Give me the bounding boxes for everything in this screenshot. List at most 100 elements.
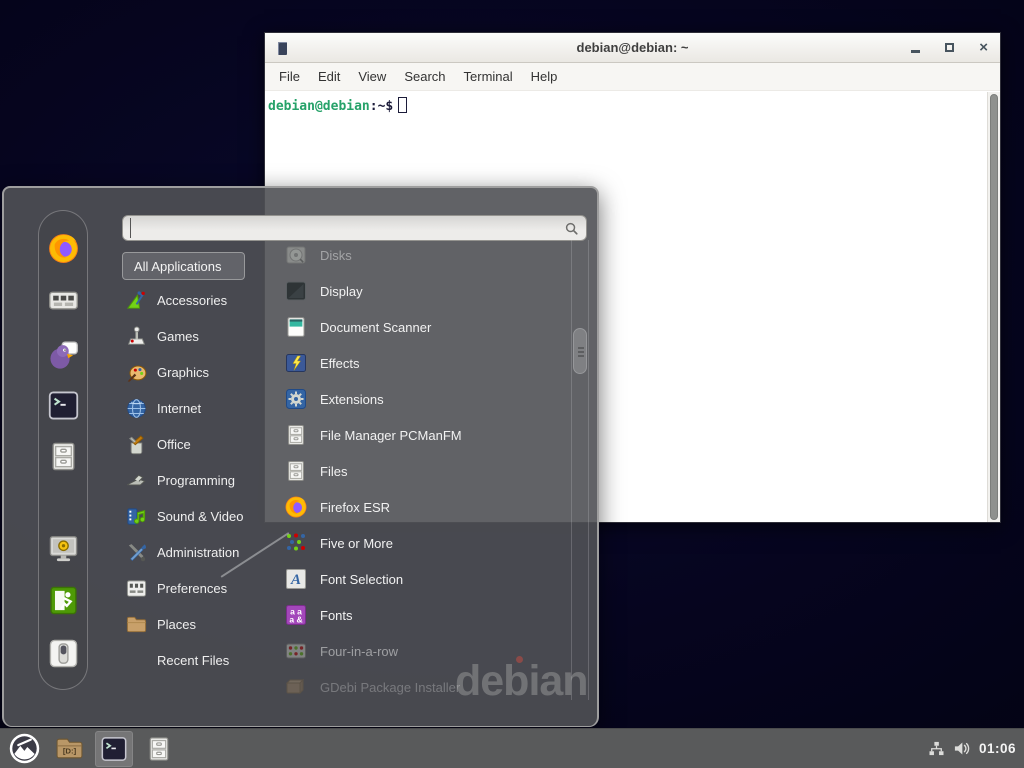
app-item-files[interactable]: Files bbox=[270, 453, 570, 489]
terminal-app-icon bbox=[278, 42, 287, 55]
favorite-firefox[interactable] bbox=[47, 232, 80, 265]
category-programming[interactable]: Programming bbox=[122, 462, 272, 498]
terminal-menu-help[interactable]: Help bbox=[522, 65, 567, 88]
category-list: Accessories Games Graphics Internet Office Pr… bbox=[122, 282, 272, 678]
minimize-icon[interactable] bbox=[911, 50, 920, 53]
app-item-five-or-more[interactable]: Five or More bbox=[270, 525, 570, 561]
terminal-menu-terminal[interactable]: Terminal bbox=[455, 65, 522, 88]
category-office[interactable]: Office bbox=[122, 426, 272, 462]
category-label: Administration bbox=[157, 545, 239, 560]
firefox-icon bbox=[284, 495, 308, 519]
terminal-cursor bbox=[398, 97, 407, 113]
terminal-menu-view[interactable]: View bbox=[349, 65, 395, 88]
gdebi-icon bbox=[284, 675, 308, 699]
menu-scrollbar-thumb[interactable] bbox=[573, 328, 587, 374]
terminal-titlebar[interactable]: debian@debian: ~ × bbox=[265, 33, 1000, 63]
category-label: Sound & Video bbox=[157, 509, 244, 524]
volume-icon[interactable] bbox=[953, 740, 970, 757]
category-places[interactable]: Places bbox=[122, 606, 272, 642]
menu-scrollbar[interactable] bbox=[571, 240, 589, 700]
terminal-menu-search[interactable]: Search bbox=[395, 65, 454, 88]
app-item-label: Document Scanner bbox=[320, 320, 431, 335]
file-cabinet-icon bbox=[145, 735, 173, 763]
app-item-display[interactable]: Display bbox=[270, 273, 570, 309]
shutdown-button[interactable] bbox=[47, 637, 80, 670]
taskbar-panel: [D:] 01:06 bbox=[0, 728, 1024, 768]
category-label: Recent Files bbox=[157, 653, 229, 668]
app-item-label: Disks bbox=[320, 248, 352, 263]
app-item-label: GDebi Package Installer bbox=[320, 680, 460, 695]
app-item-effects[interactable]: Effects bbox=[270, 345, 570, 381]
terminal-menu-file[interactable]: File bbox=[270, 65, 309, 88]
category-all-applications[interactable]: All Applications bbox=[122, 252, 245, 280]
places-icon bbox=[125, 613, 148, 636]
category-label: Graphics bbox=[157, 365, 209, 380]
taskbar-menu-button[interactable] bbox=[5, 731, 43, 767]
terminal-menu-edit[interactable]: Edit bbox=[309, 65, 349, 88]
favorite-file-manager[interactable] bbox=[47, 440, 80, 473]
app-item-extensions[interactable]: Extensions bbox=[270, 381, 570, 417]
category-graphics[interactable]: Graphics bbox=[122, 354, 272, 390]
app-item-label: Files bbox=[320, 464, 347, 479]
sound-video-icon bbox=[125, 505, 148, 528]
app-item-document-scanner[interactable]: Document Scanner bbox=[270, 309, 570, 345]
category-preferences[interactable]: Preferences bbox=[122, 570, 272, 606]
search-icon bbox=[564, 221, 579, 236]
category-label: Games bbox=[157, 329, 199, 344]
category-label: Office bbox=[157, 437, 191, 452]
app-item-label: Effects bbox=[320, 356, 360, 371]
blank-icon bbox=[125, 649, 148, 672]
taskbar-folder-launcher[interactable]: [D:] bbox=[50, 731, 88, 767]
app-item-label: Display bbox=[320, 284, 363, 299]
app-item-label: Four-in-a-row bbox=[320, 644, 398, 659]
category-label: Accessories bbox=[157, 293, 227, 308]
svg-text:A: A bbox=[290, 572, 301, 588]
prompt-user-host: debian@debian bbox=[268, 99, 370, 114]
favorite-terminal[interactable] bbox=[47, 389, 80, 422]
maximize-icon[interactable] bbox=[945, 43, 954, 52]
four-in-a-row-icon bbox=[284, 639, 308, 663]
category-accessories[interactable]: Accessories bbox=[122, 282, 272, 318]
logout-button[interactable] bbox=[47, 584, 80, 617]
menu-logo-icon bbox=[9, 733, 40, 764]
terminal-prompt: debian@debian:~$ bbox=[265, 92, 1000, 114]
programming-icon bbox=[125, 469, 148, 492]
category-recent-files[interactable]: Recent Files bbox=[122, 642, 272, 678]
close-icon[interactable]: × bbox=[979, 40, 988, 55]
preferences-icon bbox=[125, 577, 148, 600]
app-item-font-selection[interactable]: AFont Selection bbox=[270, 561, 570, 597]
terminal-scrollbar-thumb[interactable] bbox=[990, 94, 998, 520]
category-internet[interactable]: Internet bbox=[122, 390, 272, 426]
app-item-label: File Manager PCManFM bbox=[320, 428, 462, 443]
app-item-label: Fonts bbox=[320, 608, 353, 623]
display-icon bbox=[284, 279, 308, 303]
clock[interactable]: 01:06 bbox=[979, 741, 1016, 756]
app-item-fonts[interactable]: a aa & Fonts bbox=[270, 597, 570, 633]
favorite-pidgin[interactable] bbox=[47, 338, 80, 371]
app-item-file-manager-pcmanfm[interactable]: File Manager PCManFM bbox=[270, 417, 570, 453]
application-menu-popup: debian All Applications AccessoriesGames… bbox=[2, 186, 599, 727]
app-item-four-in-a-row[interactable]: Four-in-a-row bbox=[270, 633, 570, 669]
lock-screen-button[interactable] bbox=[47, 532, 80, 565]
taskbar-terminal-launcher[interactable] bbox=[95, 731, 133, 767]
favorite-software[interactable] bbox=[47, 284, 80, 317]
graphics-icon bbox=[125, 361, 148, 384]
app-item-label: Firefox ESR bbox=[320, 500, 390, 515]
app-item-disks[interactable]: Disks bbox=[270, 237, 570, 273]
network-icon[interactable] bbox=[928, 740, 945, 757]
search-input[interactable] bbox=[130, 218, 564, 238]
taskbar-file-manager-launcher[interactable] bbox=[140, 731, 178, 767]
terminal-scrollbar[interactable] bbox=[987, 92, 1000, 522]
app-item-firefox-esr[interactable]: Firefox ESR bbox=[270, 489, 570, 525]
category-administration[interactable]: Administration bbox=[122, 534, 272, 570]
prompt-path: :~$ bbox=[370, 99, 393, 114]
app-item-label: Extensions bbox=[320, 392, 384, 407]
fonts-icon: a aa & bbox=[284, 603, 308, 627]
category-label: Places bbox=[157, 617, 196, 632]
category-games[interactable]: Games bbox=[122, 318, 272, 354]
accessories-icon bbox=[125, 289, 148, 312]
category-sound-video[interactable]: Sound & Video bbox=[122, 498, 272, 534]
category-label: Internet bbox=[157, 401, 201, 416]
terminal-menubar: FileEditViewSearchTerminalHelp bbox=[265, 63, 1000, 91]
app-item-gdebi-package-installer[interactable]: GDebi Package Installer bbox=[270, 669, 570, 705]
